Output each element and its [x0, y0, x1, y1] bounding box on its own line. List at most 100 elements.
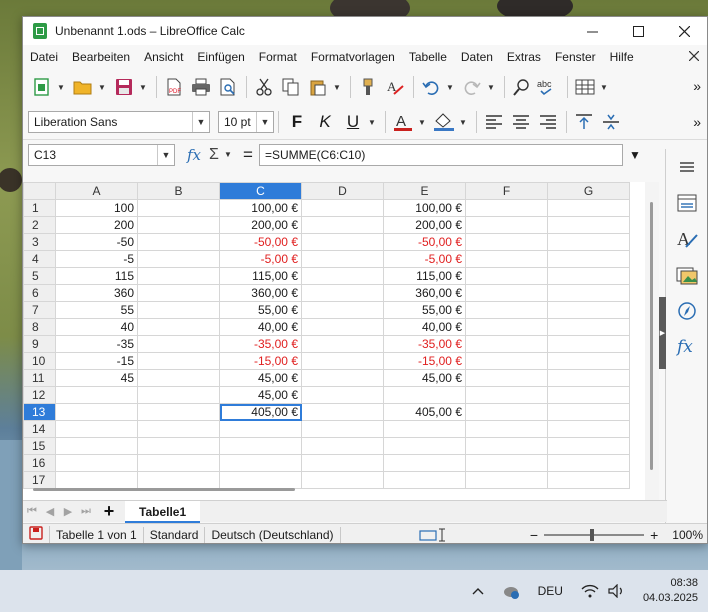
- formula-input[interactable]: =SUMME(C6:C10): [259, 143, 623, 166]
- cell-g11[interactable]: [547, 369, 630, 387]
- cell-b10[interactable]: [137, 352, 220, 370]
- sum-icon[interactable]: Σ: [205, 146, 223, 164]
- cell-b12[interactable]: [137, 386, 220, 404]
- sidebar-navigator-button[interactable]: [666, 293, 707, 329]
- toolbar-more-button[interactable]: »: [693, 114, 701, 130]
- cell-f10[interactable]: [465, 352, 548, 370]
- cell-a11[interactable]: 45: [55, 369, 138, 387]
- cell-a13[interactable]: [55, 403, 138, 421]
- close-button[interactable]: [661, 17, 707, 45]
- cell-c11[interactable]: 45,00 €: [219, 369, 302, 387]
- row-dropdown[interactable]: ▼: [599, 83, 609, 92]
- cell-a15[interactable]: [55, 437, 138, 455]
- zoom-out-button[interactable]: −: [530, 527, 538, 543]
- spreadsheet-grid[interactable]: A B C D E F G 1 100 100,00 € 100,00 € 2 200 20…: [23, 182, 645, 502]
- cell-c12[interactable]: 45,00 €: [219, 386, 302, 404]
- menu-ansicht[interactable]: Ansicht: [137, 45, 190, 69]
- cell-e2[interactable]: 200,00 €: [383, 216, 466, 234]
- cell-g4[interactable]: [547, 250, 630, 268]
- close-document-button[interactable]: [688, 49, 700, 64]
- cell-b14[interactable]: [137, 420, 220, 438]
- maximize-button[interactable]: [615, 17, 661, 45]
- export-pdf-button[interactable]: PDF: [161, 74, 187, 100]
- cell-g6[interactable]: [547, 284, 630, 302]
- font-size-combobox[interactable]: 10 pt ▼: [218, 111, 274, 133]
- cell-c2[interactable]: 200,00 €: [219, 216, 302, 234]
- cell-b16[interactable]: [137, 454, 220, 472]
- chevron-down-icon[interactable]: ▼: [157, 144, 174, 165]
- vertical-scrollbar[interactable]: [645, 182, 659, 502]
- sum-dropdown[interactable]: ▼: [223, 150, 233, 159]
- cell-e6[interactable]: 360,00 €: [383, 284, 466, 302]
- column-header-e[interactable]: E: [383, 182, 466, 200]
- cell-d15[interactable]: [301, 437, 384, 455]
- sidebar-menu-button[interactable]: [666, 149, 707, 185]
- cell-f3[interactable]: [465, 233, 548, 251]
- cell-d14[interactable]: [301, 420, 384, 438]
- column-header-g[interactable]: G: [547, 182, 630, 200]
- cell-a10[interactable]: -15: [55, 352, 138, 370]
- add-sheet-button[interactable]: +: [95, 501, 123, 522]
- cell-c10[interactable]: -15,00 €: [219, 352, 302, 370]
- cell-c16[interactable]: [219, 454, 302, 472]
- cell-f8[interactable]: [465, 318, 548, 336]
- sheet-tab-tabelle1[interactable]: Tabelle1: [125, 500, 201, 523]
- cell-g13[interactable]: [547, 403, 630, 421]
- spelling-button[interactable]: abc: [536, 74, 562, 100]
- row-header[interactable]: 2: [23, 216, 56, 234]
- cell-b7[interactable]: [137, 301, 220, 319]
- cell-e1[interactable]: 100,00 €: [383, 199, 466, 217]
- row-header[interactable]: 9: [23, 335, 56, 353]
- column-header-f[interactable]: F: [465, 182, 548, 200]
- cell-g9[interactable]: [547, 335, 630, 353]
- volume-button[interactable]: [608, 584, 626, 598]
- system-clock[interactable]: 08:38 04.03.2025: [643, 576, 698, 606]
- cell-b13[interactable]: [137, 403, 220, 421]
- cell-d5[interactable]: [301, 267, 384, 285]
- cell-e12[interactable]: [383, 386, 466, 404]
- cell-a4[interactable]: -5: [55, 250, 138, 268]
- row-header[interactable]: 3: [23, 233, 56, 251]
- cell-d6[interactable]: [301, 284, 384, 302]
- cell-c8[interactable]: 40,00 €: [219, 318, 302, 336]
- open-button[interactable]: [70, 74, 96, 100]
- cell-b3[interactable]: [137, 233, 220, 251]
- cell-e14[interactable]: [383, 420, 466, 438]
- print-button[interactable]: [188, 74, 214, 100]
- cell-c4[interactable]: -5,00 €: [219, 250, 302, 268]
- menu-datei[interactable]: Datei: [23, 45, 65, 69]
- cell-e15[interactable]: [383, 437, 466, 455]
- redo-dropdown[interactable]: ▼: [486, 83, 496, 92]
- sidebar-functions-button[interactable]: fx: [666, 329, 707, 365]
- cell-c3[interactable]: -50,00 €: [219, 233, 302, 251]
- next-sheet-button[interactable]: ▶: [59, 505, 77, 518]
- cell-e8[interactable]: 40,00 €: [383, 318, 466, 336]
- cell-d3[interactable]: [301, 233, 384, 251]
- background-color-button[interactable]: [431, 109, 457, 135]
- cell-f2[interactable]: [465, 216, 548, 234]
- cell-b5[interactable]: [137, 267, 220, 285]
- cell-f11[interactable]: [465, 369, 548, 387]
- cell-e11[interactable]: 45,00 €: [383, 369, 466, 387]
- cell-d4[interactable]: [301, 250, 384, 268]
- row-header[interactable]: 12: [23, 386, 56, 404]
- cell-a14[interactable]: [55, 420, 138, 438]
- print-preview-button[interactable]: [215, 74, 241, 100]
- cell-f15[interactable]: [465, 437, 548, 455]
- cell-a2[interactable]: 200: [55, 216, 138, 234]
- cell-d1[interactable]: [301, 199, 384, 217]
- cell-f9[interactable]: [465, 335, 548, 353]
- underline-button[interactable]: U: [339, 109, 367, 135]
- cell-c13[interactable]: 405,00 €: [219, 403, 302, 421]
- undo-dropdown[interactable]: ▼: [445, 83, 455, 92]
- cell-f13[interactable]: [465, 403, 548, 421]
- chevron-down-icon[interactable]: ▼: [192, 112, 209, 132]
- font-name-combobox[interactable]: Liberation Sans ▼: [28, 111, 210, 133]
- open-dropdown[interactable]: ▼: [97, 83, 107, 92]
- cell-e7[interactable]: 55,00 €: [383, 301, 466, 319]
- cell-g16[interactable]: [547, 454, 630, 472]
- cell-d11[interactable]: [301, 369, 384, 387]
- cell-f7[interactable]: [465, 301, 548, 319]
- cell-c7[interactable]: 55,00 €: [219, 301, 302, 319]
- network-button[interactable]: [581, 584, 599, 598]
